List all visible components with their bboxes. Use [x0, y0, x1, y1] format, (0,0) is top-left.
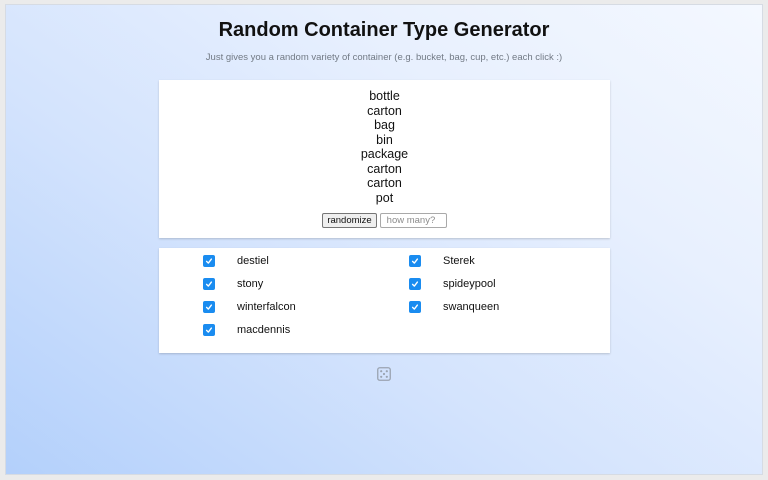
check-icon — [411, 281, 419, 287]
checkbox[interactable] — [409, 301, 421, 313]
result-item: package — [360, 147, 409, 161]
results-list: bottle carton bag bin package carton car… — [159, 89, 610, 205]
user-label: macdennis — [237, 324, 291, 336]
user-option[interactable]: swanqueen — [409, 299, 499, 315]
dice-glyph — [377, 367, 391, 381]
result-item: pot — [375, 190, 394, 205]
result-item: bag — [374, 118, 395, 132]
checkbox[interactable] — [203, 255, 215, 267]
result-item: bottle — [369, 89, 400, 103]
user-option[interactable]: winterfalcon — [203, 299, 296, 315]
user-option[interactable]: Sterek — [409, 253, 475, 269]
user-option[interactable]: stony — [203, 276, 263, 292]
user-option[interactable]: spideypool — [409, 276, 496, 292]
count-input[interactable] — [379, 213, 447, 228]
checkbox[interactable] — [203, 324, 215, 336]
checkbox[interactable] — [409, 278, 421, 290]
user-label: swanqueen — [443, 301, 500, 313]
user-label: winterfalcon — [237, 301, 296, 313]
check-icon — [411, 304, 419, 310]
user-option[interactable]: destiel — [203, 253, 269, 269]
page-title: Random Container Type Generator — [218, 19, 550, 41]
filter-panel: destiel Sterek stony spideypool winterfa… — [159, 248, 610, 353]
user-option[interactable]: macdennis — [203, 322, 290, 338]
check-icon — [205, 281, 213, 287]
page-subtitle: Just gives you a random variety of conta… — [205, 52, 563, 63]
randomize-button[interactable]: randomize — [322, 213, 377, 228]
user-label: destiel — [237, 255, 269, 267]
dice-icon[interactable] — [377, 367, 391, 381]
results-panel: bottle carton bag bin package carton car… — [159, 80, 610, 238]
check-icon — [205, 304, 213, 310]
checkbox[interactable] — [409, 255, 421, 267]
user-label: Sterek — [443, 255, 475, 267]
page-background: Random Container Type Generator Just giv… — [5, 4, 763, 475]
result-item: carton — [367, 103, 402, 118]
check-icon — [205, 258, 213, 264]
result-item: bin — [376, 132, 393, 147]
user-label: stony — [237, 278, 264, 290]
user-label: spideypool — [443, 278, 496, 290]
checkbox[interactable] — [203, 301, 215, 313]
result-item: carton — [367, 161, 402, 176]
check-icon — [205, 327, 213, 333]
controls-row: randomize — [159, 213, 610, 228]
checkbox[interactable] — [203, 278, 215, 290]
check-icon — [411, 258, 419, 264]
result-item: carton — [367, 176, 402, 190]
